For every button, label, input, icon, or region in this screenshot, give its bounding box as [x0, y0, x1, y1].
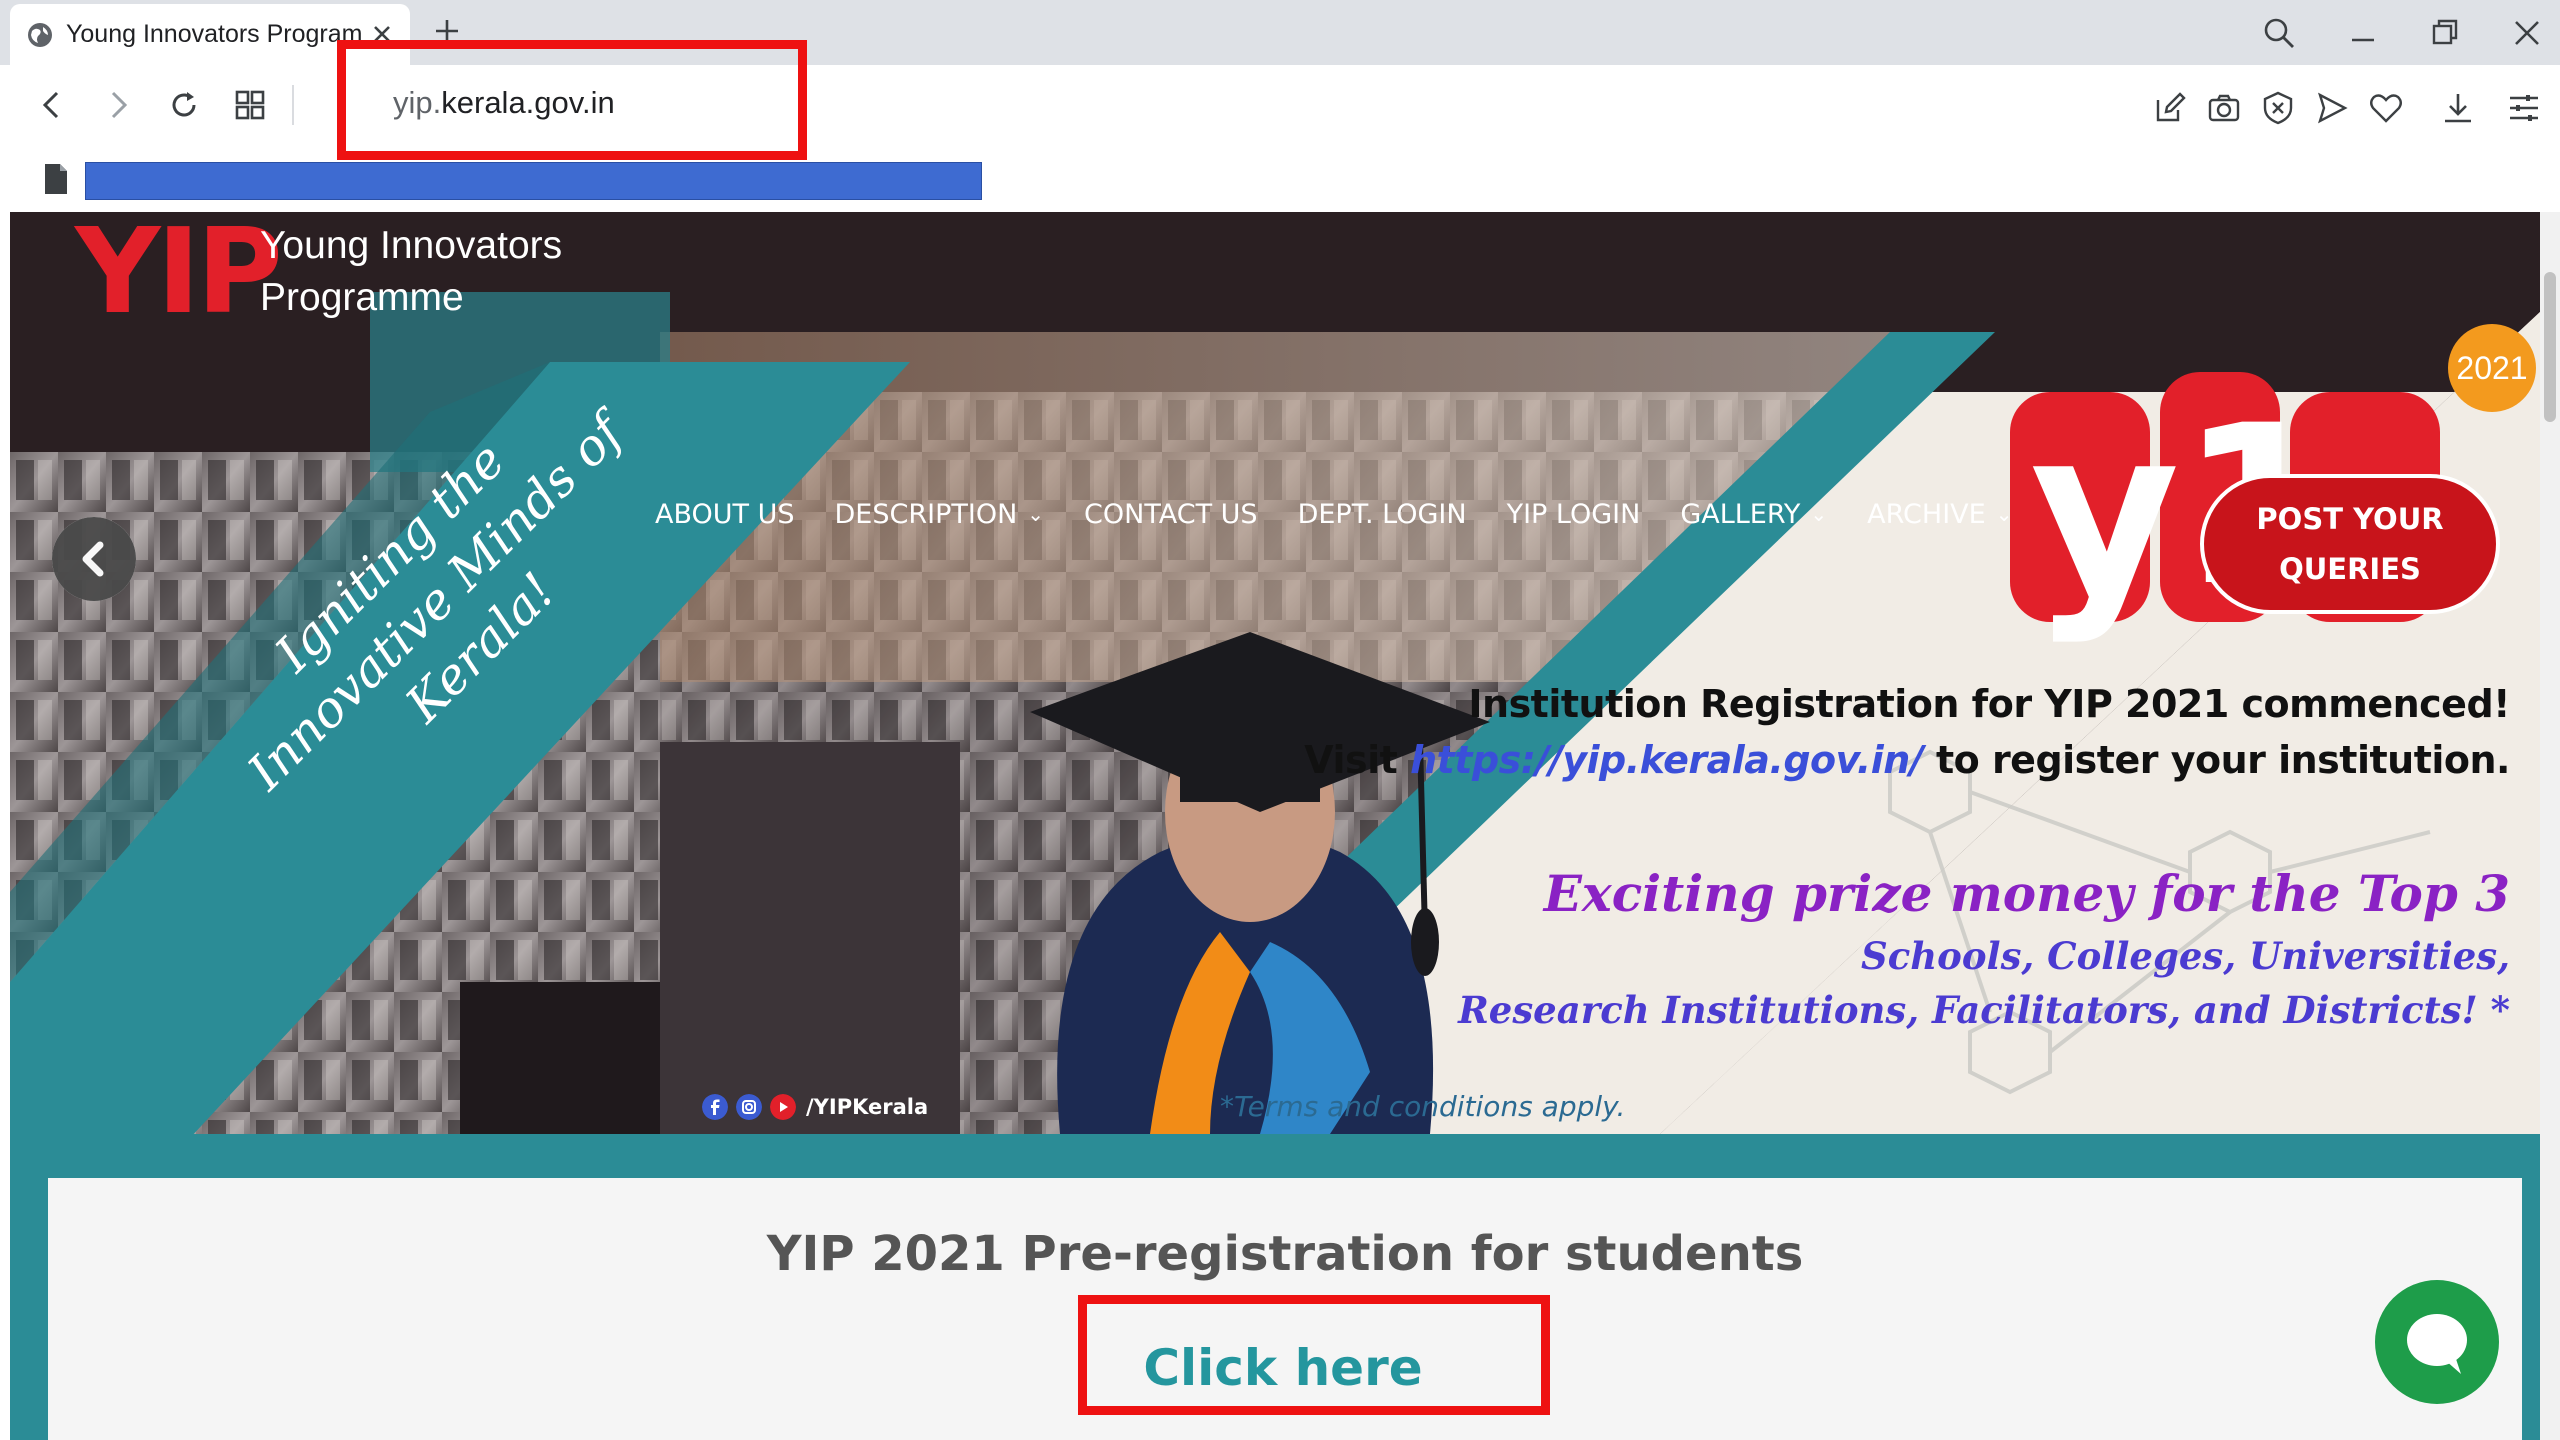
page-viewport: y 1 YIP Young Innovators Programme 2021 …	[10, 212, 2540, 1440]
chevron-down-icon: ⌄	[1995, 502, 2013, 526]
nav-yip-login[interactable]: YIP LOGIN	[1507, 499, 1641, 530]
nav-label: YIP LOGIN	[1506, 498, 1641, 530]
youtube-icon[interactable]	[770, 1094, 796, 1120]
year-badge: 2021	[2448, 324, 2536, 412]
instagram-icon[interactable]	[736, 1094, 762, 1120]
site-name-line2: Programme	[260, 276, 464, 319]
main-nav: ABOUT US DESCRIPTION ⌄ CONTACT US DEPT. L…	[655, 497, 2086, 531]
site-logo[interactable]: YIP	[75, 212, 283, 330]
search-tabs-icon[interactable]	[2262, 16, 2296, 50]
document-icon[interactable]	[42, 162, 70, 196]
prize-line-2: Schools, Colleges, Universities,	[1861, 934, 2510, 978]
nav-label: GALLERY	[1680, 498, 1801, 530]
chevron-down-icon: ⌄	[1810, 502, 1828, 526]
nav-label: ABOUT US	[655, 498, 795, 530]
page-scrollbar[interactable]	[2540, 212, 2560, 1440]
send-icon[interactable]	[2314, 90, 2350, 126]
redacted-bookmark-bar	[85, 162, 982, 200]
chevron-left-icon	[52, 517, 136, 601]
social-handle: /YIPKerala	[806, 1095, 929, 1119]
registration-announcement: Institution Registration for YIP 2021 co…	[1468, 682, 2510, 726]
site-name: Young Innovators Programme	[260, 220, 562, 324]
visit-text: Visit	[1304, 738, 1398, 782]
globe-icon	[28, 22, 52, 47]
registration-link[interactable]: https://yip.kerala.gov.in/	[1410, 738, 1924, 782]
nav-label: DEPT. LOGIN	[1297, 498, 1467, 530]
registration-visit-line: Visit https://yip.kerala.gov.in/ to regi…	[1304, 738, 2510, 782]
social-links: /YIPKerala	[702, 1094, 928, 1120]
heart-icon[interactable]	[2368, 90, 2404, 126]
reload-icon[interactable]	[166, 87, 202, 123]
nav-about-us[interactable]: ABOUT US	[655, 499, 795, 530]
chevron-down-icon: ⌄	[1027, 502, 1045, 526]
menu-sliders-icon[interactable]	[2506, 90, 2542, 126]
prize-line-3: Research Institutions, Facilitators, and…	[1458, 988, 2510, 1032]
terms-note: *Terms and conditions apply.	[1220, 1090, 1626, 1123]
facebook-icon[interactable]	[702, 1094, 728, 1120]
register-tail-text: to register your institution.	[1935, 738, 2511, 782]
edit-icon[interactable]	[2152, 90, 2188, 126]
post-queries-line1: POST YOUR	[2256, 502, 2444, 536]
download-icon[interactable]	[2440, 90, 2476, 126]
toolbar-divider	[292, 85, 294, 125]
nav-description[interactable]: DESCRIPTION ⌄	[835, 499, 1045, 530]
carousel-prev-button[interactable]	[52, 517, 136, 601]
nav-label: CONTACT US	[1084, 498, 1258, 530]
search-icon[interactable]	[2052, 497, 2086, 531]
chat-bubble-icon	[2407, 1314, 2467, 1374]
click-here-highlight	[1078, 1295, 1550, 1415]
minimize-icon[interactable]	[2346, 16, 2380, 50]
site-name-line1: Young Innovators	[260, 224, 563, 267]
close-window-icon[interactable]	[2510, 16, 2544, 50]
chat-button[interactable]	[2375, 1280, 2499, 1404]
tab-grid-icon[interactable]	[232, 87, 268, 123]
post-queries-line2: QUERIES	[2279, 552, 2421, 586]
back-icon[interactable]	[34, 87, 70, 123]
restore-icon[interactable]	[2428, 16, 2462, 50]
nav-label: DESCRIPTION	[834, 498, 1018, 530]
prize-headline: Exciting prize money for the Top 3	[1543, 864, 2510, 923]
hero-banner: y 1 YIP Young Innovators Programme 2021 …	[10, 212, 2540, 1134]
nav-archive[interactable]: ARCHIVE ⌄	[1867, 499, 2012, 530]
nav-dept-login[interactable]: DEPT. LOGIN	[1298, 499, 1467, 530]
block-icon[interactable]	[2260, 90, 2296, 126]
address-bar-highlight	[337, 40, 807, 160]
post-queries-button[interactable]: POST YOUR QUERIES	[2200, 474, 2500, 614]
nav-label: ARCHIVE	[1867, 498, 1986, 530]
camera-icon[interactable]	[2206, 90, 2242, 126]
nav-gallery[interactable]: GALLERY ⌄	[1680, 499, 1827, 530]
scrollbar-thumb[interactable]	[2544, 272, 2556, 422]
pre-registration-title: YIP 2021 Pre-registration for students	[766, 1226, 1804, 1282]
tab-title: Young Innovators Program	[66, 20, 363, 48]
forward-icon[interactable]	[100, 87, 136, 123]
nav-contact-us[interactable]: CONTACT US	[1084, 499, 1258, 530]
